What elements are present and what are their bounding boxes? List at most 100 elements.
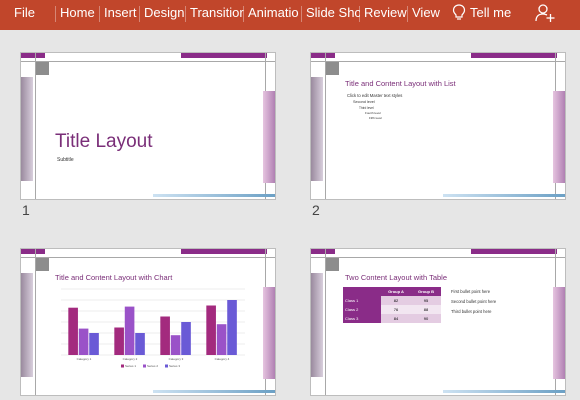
ribbon-separator	[359, 6, 360, 22]
table-cell: 95	[411, 296, 441, 305]
tell-me-box[interactable]: Tell me	[470, 0, 511, 26]
slide-deco-square	[35, 61, 49, 75]
chart-category-label: Category 4	[215, 357, 230, 361]
slide-deco-stripe	[311, 77, 323, 181]
table-row: Class 2 76 88	[343, 305, 441, 314]
ribbon-tab-bar: File Home Insert Design Transitior Animatio Sl…	[0, 0, 580, 30]
chart-category-label: Category 2	[123, 357, 138, 361]
ribbon-tab-review[interactable]: Review	[364, 0, 407, 26]
slide-thumbnail-3[interactable]: Title and Content Layout with Chart Cate…	[20, 248, 276, 396]
bullet-level-3: Third level	[359, 106, 374, 110]
slide-deco-stripe	[263, 287, 275, 379]
chart-category-label: Category 1	[77, 357, 92, 361]
chart-bar	[216, 324, 227, 355]
slide-deco-square	[325, 61, 339, 75]
chart-legend-label: Series 1	[125, 364, 136, 368]
table-cell: 76	[381, 305, 411, 314]
table-cell: 90	[411, 314, 441, 323]
table-cell: Class 3	[343, 314, 381, 323]
ribbon-separator	[301, 6, 302, 22]
table-cell: Class 1	[343, 296, 381, 305]
ribbon-separator	[407, 6, 408, 22]
slide-deco-stripe	[21, 273, 33, 377]
slide-deco-bottom	[443, 194, 565, 197]
slide-deco-line	[325, 249, 326, 395]
table-cell: Class 2	[343, 305, 381, 314]
slide-thumbnail-4[interactable]: Two Content Layout with Table Group A Gr…	[310, 248, 566, 396]
chart-bar	[89, 333, 99, 355]
chart-bar	[78, 328, 89, 355]
chart-bar	[206, 305, 216, 355]
chart-bar	[181, 322, 191, 355]
slide-thumbnail-2[interactable]: Title and Content Layout with List Click…	[310, 52, 566, 200]
slide-deco-bar	[311, 53, 335, 58]
table-header: Group B	[411, 287, 441, 296]
slide-deco-bar	[21, 249, 45, 254]
slide-deco-line	[35, 53, 36, 199]
slide-deco-line	[325, 53, 326, 199]
slide-deco-line	[21, 61, 275, 62]
chart-bar	[227, 300, 237, 355]
slide-deco-stripe	[311, 273, 323, 377]
chart-bar	[160, 316, 170, 355]
slide-deco-bar	[471, 53, 557, 58]
ribbon-separator	[243, 6, 244, 22]
table-slide-bullet: First bullet point here	[451, 289, 491, 294]
slide-deco-bar	[311, 249, 335, 254]
lightbulb-icon[interactable]	[452, 4, 466, 22]
chart-legend-swatch	[121, 364, 124, 368]
slide-deco-stripe	[553, 287, 565, 379]
slide-deco-square	[35, 257, 49, 271]
slide-thumbnail-1[interactable]: Title Layout Subtitle	[20, 52, 276, 200]
chart-bar	[114, 327, 124, 355]
table-row: Class 1 82 95	[343, 296, 441, 305]
chart-bar	[135, 333, 145, 355]
slide-deco-square	[325, 257, 339, 271]
slide-deco-bottom	[153, 390, 275, 393]
table-row: Class 3 84 90	[343, 314, 441, 323]
slide-deco-bar	[471, 249, 557, 254]
bullet-level-5: Fifth level	[369, 116, 382, 120]
slide-number: 2	[312, 202, 320, 218]
ribbon-tab-design[interactable]: Design	[144, 0, 184, 26]
slide-deco-stripe	[553, 91, 565, 183]
table-cell: 88	[411, 305, 441, 314]
slide-deco-bottom	[153, 194, 275, 197]
table-header	[343, 287, 381, 296]
ribbon-separator	[139, 6, 140, 22]
slide-deco-line	[21, 257, 275, 258]
slide-title: Title and Content Layout with Chart	[55, 273, 173, 282]
slide-deco-stripe	[263, 91, 275, 183]
chart-bar	[68, 307, 78, 355]
slide-number: 1	[22, 202, 30, 218]
chart-bar	[124, 306, 135, 355]
table-cell: 84	[381, 314, 411, 323]
slide-subtitle: Subtitle	[57, 157, 74, 163]
ribbon-tab-file[interactable]: File	[14, 0, 35, 26]
table-cell: 82	[381, 296, 411, 305]
share-person-icon[interactable]	[535, 3, 555, 23]
bullet-level-4: Fourth level	[365, 111, 381, 115]
ribbon-tab-transitior[interactable]: Transitior	[190, 0, 244, 26]
ribbon-tab-insert[interactable]: Insert	[104, 0, 137, 26]
ribbon-tab-animatio[interactable]: Animatio	[248, 0, 299, 26]
table-slide-bullet: Third bullet point here	[451, 309, 492, 314]
ribbon-tab-home[interactable]: Home	[60, 0, 95, 26]
chart-legend-swatch	[165, 364, 168, 368]
ribbon-separator	[55, 6, 56, 22]
slide-deco-bottom	[443, 390, 565, 393]
chart-category-label: Category 3	[169, 357, 184, 361]
chart-legend-label: Series 3	[169, 364, 180, 368]
slide-deco-line	[35, 249, 36, 395]
chart-bar	[170, 335, 181, 355]
bullet-level-2: Second level	[353, 100, 375, 104]
table-header: Group A	[381, 287, 411, 296]
ribbon-separator	[185, 6, 186, 22]
ribbon-tab-view[interactable]: View	[412, 0, 440, 26]
slide-deco-line	[311, 257, 565, 258]
slide-title: Title Layout	[55, 131, 153, 152]
chart-legend-label: Series 2	[147, 364, 158, 368]
ribbon-tab-slide-sho[interactable]: Slide Sho	[306, 0, 360, 26]
slide-title: Two Content Layout with Table	[345, 273, 448, 282]
slide-deco-bar	[181, 249, 267, 254]
